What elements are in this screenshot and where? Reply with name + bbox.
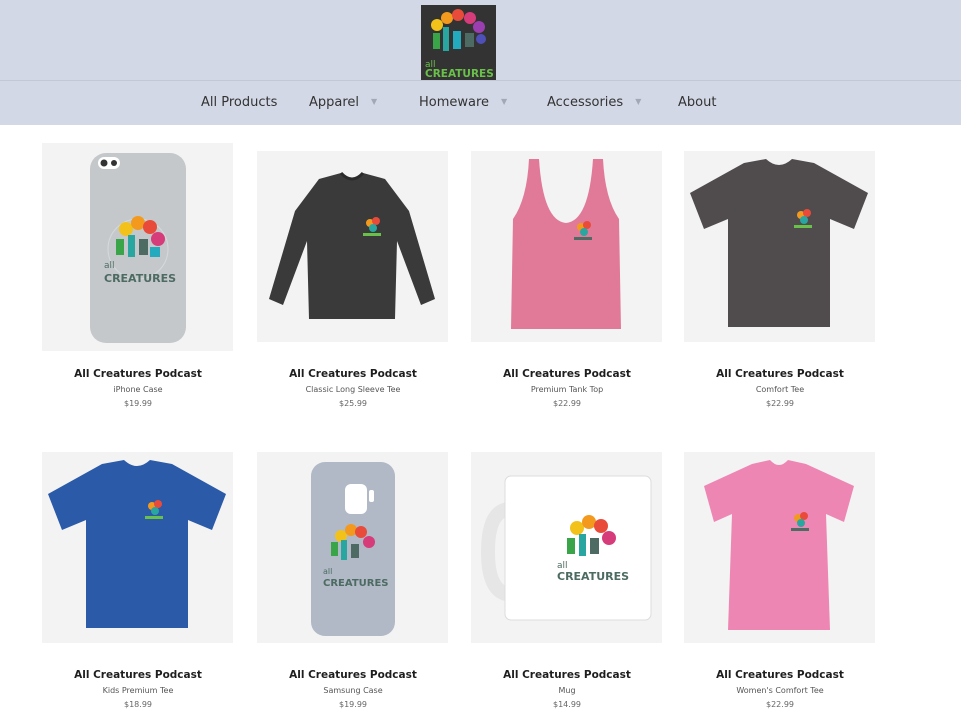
product-image-long-sleeve-tee[interactable] — [257, 151, 448, 342]
nav-homeware[interactable]: Homeware ▼ — [419, 95, 507, 110]
nav-all-products[interactable]: All Products — [201, 95, 277, 110]
product-price: $18.99 — [124, 700, 152, 709]
product-name[interactable]: All Creatures Podcast — [684, 669, 876, 681]
nav-apparel[interactable]: Apparel ▼ — [309, 95, 377, 110]
product-type: Samsung Case — [323, 686, 383, 695]
logo-big-text: CREATURES — [425, 68, 494, 80]
nav-homeware-label: Homeware — [419, 95, 490, 110]
chevron-down-icon: ▼ — [371, 97, 378, 106]
product-image-kids-tee[interactable] — [42, 452, 233, 643]
product-price: $14.99 — [553, 700, 581, 709]
product-image-womens-tee[interactable] — [684, 452, 875, 643]
svg-text:all: all — [323, 567, 332, 576]
product-type: Mug — [558, 686, 576, 695]
product-type: Kids Premium Tee — [102, 686, 174, 695]
svg-text:CREATURES: CREATURES — [323, 578, 389, 589]
product-name[interactable]: All Creatures Podcast — [42, 368, 234, 380]
product-name[interactable]: All Creatures Podcast — [471, 368, 663, 380]
product-type: Comfort Tee — [755, 385, 805, 394]
product-price: $19.99 — [339, 700, 367, 709]
main-nav: All Products Apparel ▼ Homeware ▼ Accessor… — [0, 80, 961, 125]
nav-accessories[interactable]: Accessories ▼ — [547, 95, 641, 110]
product-name[interactable]: All Creatures Podcast — [257, 669, 449, 681]
nav-about[interactable]: About — [678, 95, 716, 110]
svg-text:all: all — [104, 261, 115, 271]
product-name[interactable]: All Creatures Podcast — [42, 669, 234, 681]
svg-text:CREATURES: CREATURES — [557, 570, 629, 583]
product-type: Women's Comfort Tee — [736, 686, 824, 695]
nav-about-label: About — [678, 95, 717, 110]
product-name[interactable]: All Creatures Podcast — [684, 368, 876, 380]
product-image-comfort-tee[interactable] — [684, 151, 875, 342]
product-name[interactable]: All Creatures Podcast — [257, 368, 449, 380]
svg-text:CREATURES: CREATURES — [104, 272, 176, 285]
product-image-mug[interactable]: all CREATURES — [471, 452, 662, 643]
nav-all-products-label: All Products — [201, 95, 278, 110]
product-type: Classic Long Sleeve Tee — [305, 385, 401, 394]
nav-accessories-label: Accessories — [547, 95, 624, 110]
product-price: $22.99 — [766, 399, 794, 408]
nav-apparel-label: Apparel — [309, 95, 360, 110]
chevron-down-icon: ▼ — [635, 97, 642, 106]
product-image-samsung-case[interactable]: all CREATURES — [257, 452, 448, 643]
product-price: $19.99 — [124, 399, 152, 408]
product-name[interactable]: All Creatures Podcast — [471, 669, 663, 681]
product-image-phone-case[interactable]: all CREATURES — [42, 143, 233, 351]
product-price: $22.99 — [766, 700, 794, 709]
chevron-down-icon: ▼ — [501, 97, 508, 106]
product-image-tank-top[interactable] — [471, 151, 662, 342]
product-price: $25.99 — [339, 399, 367, 408]
product-type: iPhone Case — [113, 385, 163, 394]
product-type: Premium Tank Top — [530, 385, 604, 394]
all-creatures-logo[interactable]: all CREATURES — [421, 5, 496, 80]
site-header: all CREATURES — [0, 0, 961, 80]
product-price: $22.99 — [553, 399, 581, 408]
